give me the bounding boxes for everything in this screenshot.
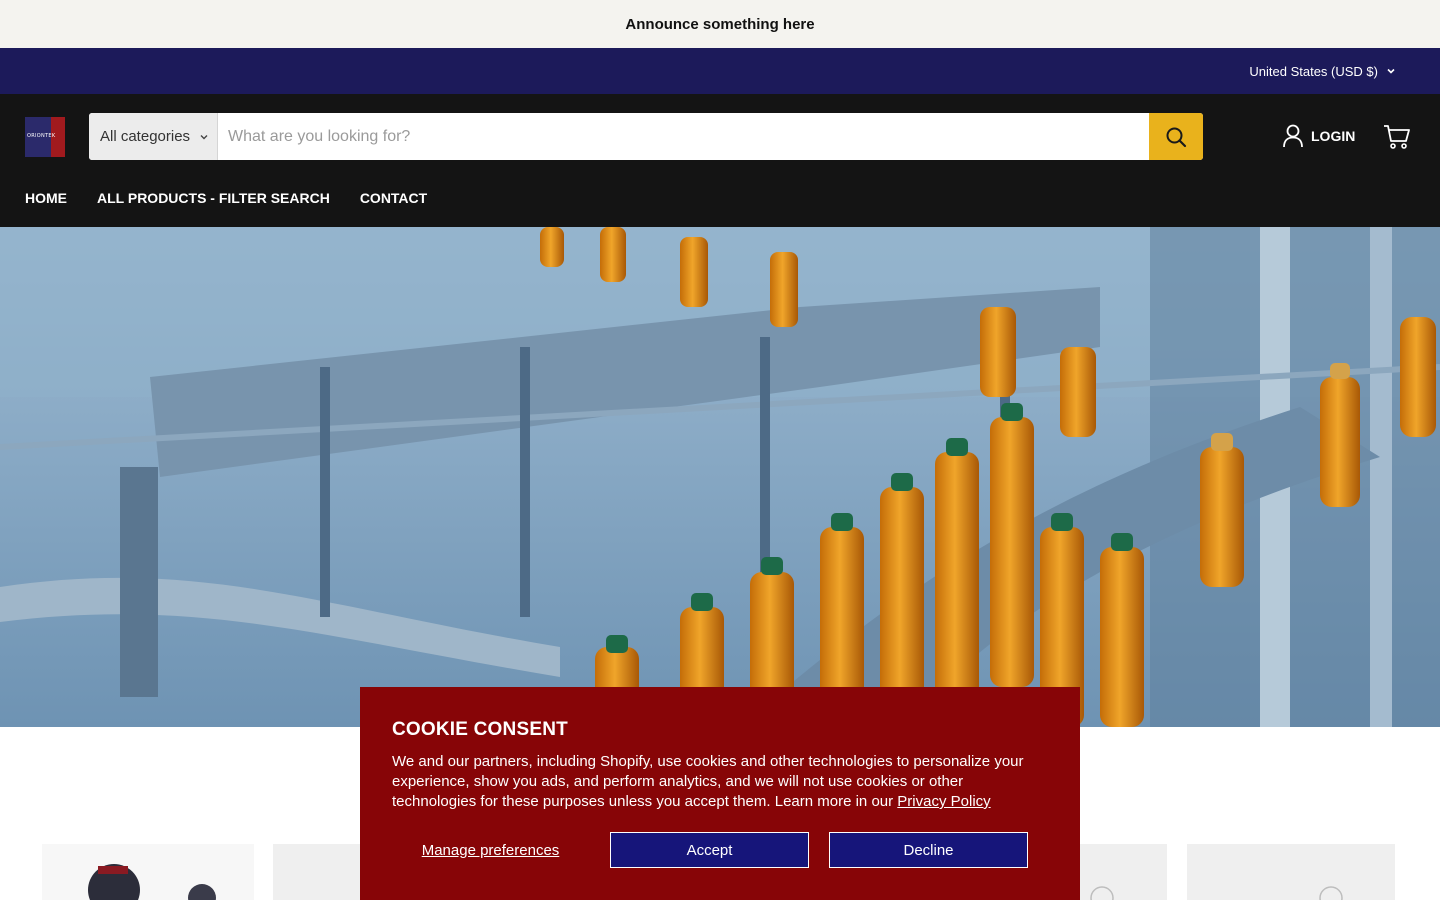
cookie-title: COOKIE CONSENT [392, 719, 568, 740]
main-nav: HOME ALL PRODUCTS - FILTER SEARCH CONTAC… [25, 190, 427, 206]
cart-icon [1384, 125, 1410, 149]
announcement-bar: Announce something here [0, 0, 1440, 48]
cart-link[interactable] [1383, 124, 1411, 155]
category-select-label: All categories [100, 128, 191, 145]
cookie-body: We and our partners, including Shopify, … [392, 752, 1042, 812]
currency-selector[interactable]: United States (USD $) [1249, 48, 1396, 94]
hero-image [0, 227, 1440, 727]
hero-banner[interactable] [0, 227, 1440, 727]
nav-item-contact[interactable]: CONTACT [360, 190, 427, 206]
site-header: ORIONTEK All categories LOGIN [0, 94, 1440, 227]
cookie-consent-banner: COOKIE CONSENT We and our partners, incl… [360, 687, 1080, 900]
privacy-policy-link[interactable]: Privacy Policy [897, 793, 990, 810]
user-icon [1283, 124, 1303, 148]
decline-button[interactable]: Decline [829, 832, 1028, 868]
search-icon [1166, 127, 1187, 147]
login-link[interactable]: LOGIN [1283, 124, 1355, 148]
accept-button[interactable]: Accept [610, 832, 809, 868]
product-card[interactable] [1187, 844, 1395, 900]
search-input[interactable] [218, 113, 1149, 160]
category-select[interactable]: All categories [89, 113, 218, 160]
announcement-text: Announce something here [625, 15, 815, 33]
utility-bar: United States (USD $) [0, 48, 1440, 94]
nav-item-home[interactable]: HOME [25, 190, 67, 206]
store-logo[interactable]: ORIONTEK [25, 117, 65, 157]
currency-label: United States (USD $) [1249, 63, 1378, 79]
chevron-down-icon [1387, 68, 1395, 74]
product-image [88, 864, 216, 900]
manage-preferences-button[interactable]: Manage preferences [392, 832, 589, 868]
search-button[interactable] [1149, 113, 1203, 160]
login-label: LOGIN [1311, 128, 1356, 144]
nav-item-all-products[interactable]: ALL PRODUCTS - FILTER SEARCH [97, 190, 330, 206]
product-card[interactable] [42, 844, 254, 900]
cookie-actions: Manage preferences Accept Decline [392, 832, 1028, 868]
placeholder-icon [1319, 886, 1343, 900]
search-bar: All categories [89, 113, 1203, 160]
chevron-down-icon [200, 134, 208, 139]
logo-text: ORIONTEK [27, 133, 56, 139]
